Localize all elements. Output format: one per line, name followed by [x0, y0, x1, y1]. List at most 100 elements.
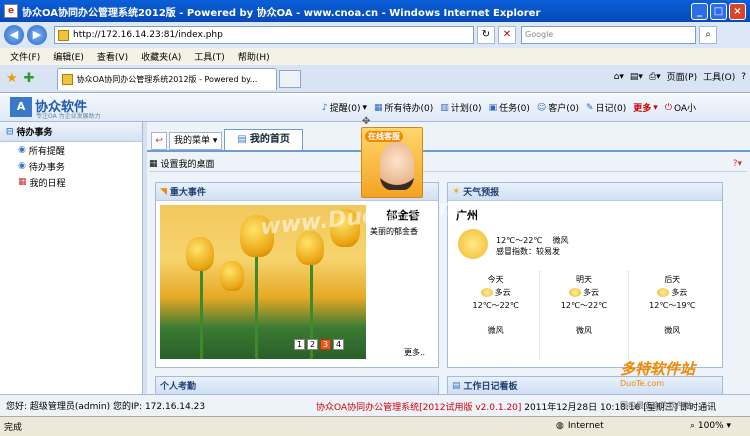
settings-icon: ▦	[149, 158, 158, 169]
online-service-label: 在线客服	[365, 131, 403, 142]
folder-icon: ⊟	[6, 126, 14, 137]
favorites-star-icon[interactable]: ★	[6, 71, 18, 86]
help-menu-icon[interactable]: ?	[741, 72, 746, 82]
my-menu-button[interactable]: 我的菜单 ▾	[169, 132, 223, 150]
chat-link[interactable]: 即时通讯	[680, 403, 716, 413]
forecast-today: 今天 多云 12℃～22℃ 微风	[452, 271, 541, 359]
bell-icon: ♪	[322, 102, 328, 113]
browser-tab[interactable]: 协众OA协同办公管理系统2012版 - Powered by...	[56, 67, 277, 90]
schedule-icon: ▦	[18, 177, 27, 187]
diary-icon: ✎	[585, 102, 594, 113]
weather-forecast: 今天 多云 12℃～22℃ 微风 明天 多云 12℃～22℃ 微风 后天 多云 …	[452, 271, 716, 359]
sidebar-item-schedule[interactable]: ▦ 我的日程	[0, 174, 142, 190]
page-menu[interactable]: 页面(P)	[667, 70, 697, 83]
user-info: 您好: 超级管理员(admin) 您的IP: 172.16.14.23	[6, 402, 206, 412]
logo-slogan: 专注OA 为企业发展助力	[36, 113, 101, 120]
oa-status-bar: 您好: 超级管理员(admin) 您的IP: 172.16.14.23 协众OA…	[0, 394, 750, 416]
forecast-tomorrow: 明天 多云 12℃～22℃ 微风	[540, 271, 629, 359]
cloudy-icon	[480, 288, 493, 297]
logo-mark: A	[10, 97, 32, 117]
set-desktop-link[interactable]: ▦ 设置我的桌面	[149, 156, 747, 172]
page-2-button[interactable]: 2	[307, 339, 318, 350]
menu-help[interactable]: 帮助(H)	[238, 50, 270, 63]
window-title: 协众OA协同办公管理系统2012版 - Powered by 协众OA - ww…	[22, 7, 541, 19]
minimize-button[interactable]: _	[691, 3, 708, 20]
window-title-bar: e 协众OA协同办公管理系统2012版 - Powered by 协众OA - …	[0, 0, 750, 22]
menu-tools[interactable]: 工具(T)	[194, 50, 225, 63]
address-row: ◀ ▶ http://172.16.14.23:81/index.php ↻ ✕…	[0, 22, 750, 48]
url-text: http://172.16.14.23:81/index.php	[73, 30, 223, 40]
move-icon[interactable]: ✥	[362, 116, 370, 127]
list-icon: ▦	[374, 102, 383, 113]
power-icon: ⏻	[664, 102, 672, 113]
stop-icon[interactable]: ✕	[498, 26, 516, 44]
quick-customer[interactable]: ☺ 客户(0)	[536, 101, 579, 115]
page-3-button[interactable]: 3	[320, 339, 331, 350]
sidebar-item-remind[interactable]: ◉ 所有提醒	[0, 142, 142, 158]
maximize-button[interactable]: □	[710, 3, 727, 20]
oa-short-link[interactable]: ⏻ OA小	[664, 101, 696, 115]
globe-icon: ◍	[556, 421, 564, 431]
more-button[interactable]: 更多 ▾	[633, 101, 658, 115]
todo-icon: ◉	[18, 161, 26, 171]
news-desc: 美丽的郁金香	[370, 227, 418, 236]
quick-remind[interactable]: ♪ 提醒(0) ▾	[322, 101, 367, 115]
tools-menu[interactable]: 工具(O)	[703, 70, 735, 83]
user-icon: ☺	[536, 102, 547, 113]
task-icon: ▣	[488, 102, 498, 113]
sidebar-header[interactable]: ⊟ 待办事务	[0, 122, 142, 142]
menu-view[interactable]: 查看(V)	[97, 50, 128, 63]
ie-status-bar: 完成 ◍ Internet ⌕ 100% ▾	[0, 416, 750, 436]
quick-todo[interactable]: ▦ 所有待办(0)	[374, 101, 433, 115]
new-tab-button[interactable]	[278, 69, 301, 88]
page-favicon-icon	[58, 29, 69, 41]
tab-favicon-icon	[61, 73, 73, 85]
quick-task[interactable]: ▣ 任务(0)	[488, 101, 530, 115]
calendar-icon: ▥	[440, 102, 449, 113]
attendance-panel-header: 个人考勤	[156, 377, 438, 395]
ie-status-text: 完成	[4, 423, 23, 433]
close-button[interactable]: ×	[729, 3, 746, 20]
forward-button[interactable]: ▶	[27, 25, 47, 45]
zoom-level[interactable]: ⌕ 100% ▾	[690, 421, 731, 431]
menu-edit[interactable]: 编辑(E)	[53, 50, 84, 63]
cloudy-icon	[458, 229, 488, 259]
back-home-icon[interactable]: ↩	[151, 132, 167, 150]
weather-now: 12℃～22℃ 微风 感冒指数：较易发	[496, 236, 569, 256]
address-bar[interactable]: http://172.16.14.23:81/index.php	[54, 26, 474, 44]
search-icon[interactable]: ⌕	[699, 26, 717, 44]
oa-header: A 协众软件 专注OA 为企业发展助力 ♪ 提醒(0) ▾ ▦ 所有待办(0) ▥ 计划…	[0, 94, 750, 122]
diary-panel-header: ▤ 工作日记看板	[448, 377, 722, 395]
weather-panel: ☀ 天气预报 广州 12℃～22℃ 微风 感冒指数：较易发 今天 多云 12℃～2…	[447, 182, 723, 368]
menu-favorites[interactable]: 收藏夹(A)	[141, 50, 181, 63]
diary-panel: ▤ 工作日记看板	[447, 376, 723, 395]
sidebar-title: 待办事务	[16, 128, 53, 138]
weather-panel-header: ☀ 天气预报	[448, 183, 722, 201]
feeds-icon[interactable]: ▤▾	[630, 72, 643, 82]
sidebar-item-todo[interactable]: ◉ 待办事务	[0, 158, 142, 174]
page-1-button[interactable]: 1	[294, 339, 305, 350]
menu-bar: 文件(F) 编辑(E) 查看(V) 收藏夹(A) 工具(T) 帮助(H)	[0, 48, 750, 65]
menu-file[interactable]: 文件(F)	[10, 50, 40, 63]
quick-plan[interactable]: ▥ 计划(0)	[440, 101, 481, 115]
print-icon[interactable]: ⎙▾	[649, 72, 661, 82]
diary-board-icon: ▤	[452, 380, 461, 391]
help-icon[interactable]: ?▾	[733, 159, 742, 169]
quick-diary[interactable]: ✎ 日记(0)	[585, 101, 626, 115]
quick-links: ♪ 提醒(0) ▾ ▦ 所有待办(0) ▥ 计划(0) ▣ 任务(0) ☺ 客户(0) ✎ 日…	[322, 101, 696, 115]
page-4-button[interactable]: 4	[333, 339, 344, 350]
ie-command-bar: ⌂▾ ▤▾ ⎙▾ 页面(P) 工具(O) ?	[614, 70, 746, 84]
home-icon[interactable]: ⌂▾	[614, 72, 624, 82]
add-favorite-icon[interactable]: ✚	[24, 71, 35, 86]
online-service-popup[interactable]: 在线客服	[361, 127, 423, 198]
tab-my-home[interactable]: ▤ 我的首页	[224, 129, 303, 150]
main-area: ↩ 我的菜单 ▾ ▤ 我的首页 ▦ 设置我的桌面 ?▾ ◥ 重大事件 1 2 3 4…	[147, 122, 750, 395]
product-info: 协众OA协同办公管理系统[2012试用版 v2.0.1.20] 2011年12月…	[316, 403, 717, 413]
news-more-link[interactable]: 更多..	[404, 347, 425, 358]
refresh-icon[interactable]: ↻	[477, 26, 495, 44]
sidebar: ⊟ 待办事务 ◉ 所有提醒 ◉ 待办事务 ▦ 我的日程	[0, 122, 143, 394]
search-input[interactable]: Google	[521, 26, 696, 44]
back-button[interactable]: ◀	[4, 25, 24, 45]
ie-logo-icon: e	[4, 4, 18, 18]
tab-title: 协众OA协同办公管理系统2012版 - Powered by...	[76, 74, 258, 84]
